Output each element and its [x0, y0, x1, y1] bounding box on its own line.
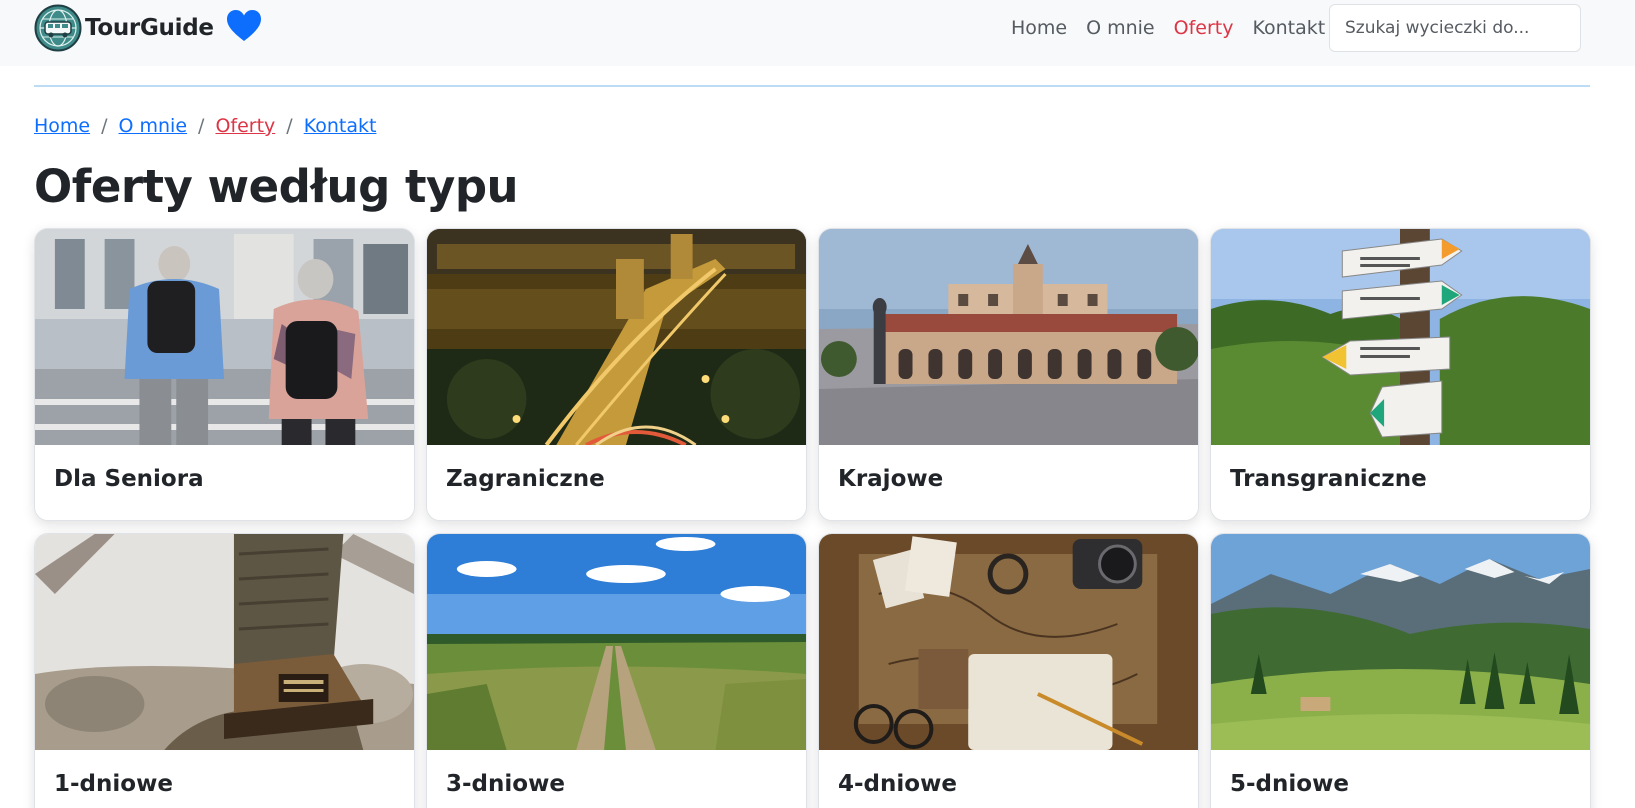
offer-card-title: 1-dniowe — [54, 771, 173, 797]
breadcrumb-separator: / — [286, 115, 293, 137]
search-input[interactable] — [1329, 4, 1581, 52]
offer-card-4-day[interactable]: 4-dniowe — [818, 533, 1199, 808]
breadcrumb: Home / O mnie / Oferty / Kontakt — [34, 115, 376, 137]
offer-card-title: Krajowe — [838, 466, 944, 492]
senior-couple-walking-photo — [35, 229, 414, 445]
nav-link-contact[interactable]: Kontakt — [1252, 17, 1325, 39]
offer-card-title: Transgraniczne — [1230, 466, 1427, 492]
main-nav: Home O mnie Oferty Kontakt — [1011, 17, 1344, 39]
nav-link-offers[interactable]: Oferty — [1174, 17, 1234, 39]
breadcrumb-home[interactable]: Home — [34, 115, 90, 137]
offer-card-title: Zagraniczne — [446, 466, 605, 492]
trail-signpost-photo — [1211, 229, 1590, 445]
offer-card-abroad[interactable]: Zagraniczne — [426, 228, 807, 521]
offer-card-title: 4-dniowe — [838, 771, 957, 797]
heart-icon[interactable] — [226, 9, 262, 45]
cloth-hall-square-photo — [819, 229, 1198, 445]
offer-card-domestic[interactable]: Krajowe — [818, 228, 1199, 521]
globe-bus-logo-icon — [34, 4, 82, 52]
offer-card-1-day[interactable]: 1-dniowe — [34, 533, 415, 808]
navbar: TourGuide Home O mnie Oferty Kontakt — [0, 0, 1635, 66]
offer-card-senior[interactable]: Dla Seniora — [34, 228, 415, 521]
hiking-boot-photo — [35, 534, 414, 750]
breadcrumb-separator: / — [198, 115, 205, 137]
breadcrumb-offers[interactable]: Oferty — [215, 115, 275, 137]
breadcrumb-separator: / — [101, 115, 108, 137]
offer-cards-grid: Dla Seniora Zagraniczne Krajowe Transgra… — [34, 228, 1591, 808]
offer-card-title: 5-dniowe — [1230, 771, 1349, 797]
offer-card-cross-border[interactable]: Transgraniczne — [1210, 228, 1591, 521]
nav-link-about[interactable]: O mnie — [1086, 17, 1155, 39]
offer-card-5-day[interactable]: 5-dniowe — [1210, 533, 1591, 808]
offer-card-3-day[interactable]: 3-dniowe — [426, 533, 807, 808]
brand-name: TourGuide — [85, 15, 214, 41]
mountain-valley-photo — [1211, 534, 1590, 750]
nav-link-home[interactable]: Home — [1011, 17, 1067, 39]
page-title: Oferty według typu — [34, 160, 519, 213]
divider — [34, 85, 1590, 87]
breadcrumb-contact[interactable]: Kontakt — [304, 115, 377, 137]
offer-card-title: 3-dniowe — [446, 771, 565, 797]
brand[interactable]: TourGuide — [34, 4, 214, 52]
vintage-map-camera-photo — [819, 534, 1198, 750]
night-chain-bridge-photo — [427, 229, 806, 445]
offer-card-title: Dla Seniora — [54, 466, 204, 492]
countryside-path-photo — [427, 534, 806, 750]
breadcrumb-about[interactable]: O mnie — [119, 115, 188, 137]
